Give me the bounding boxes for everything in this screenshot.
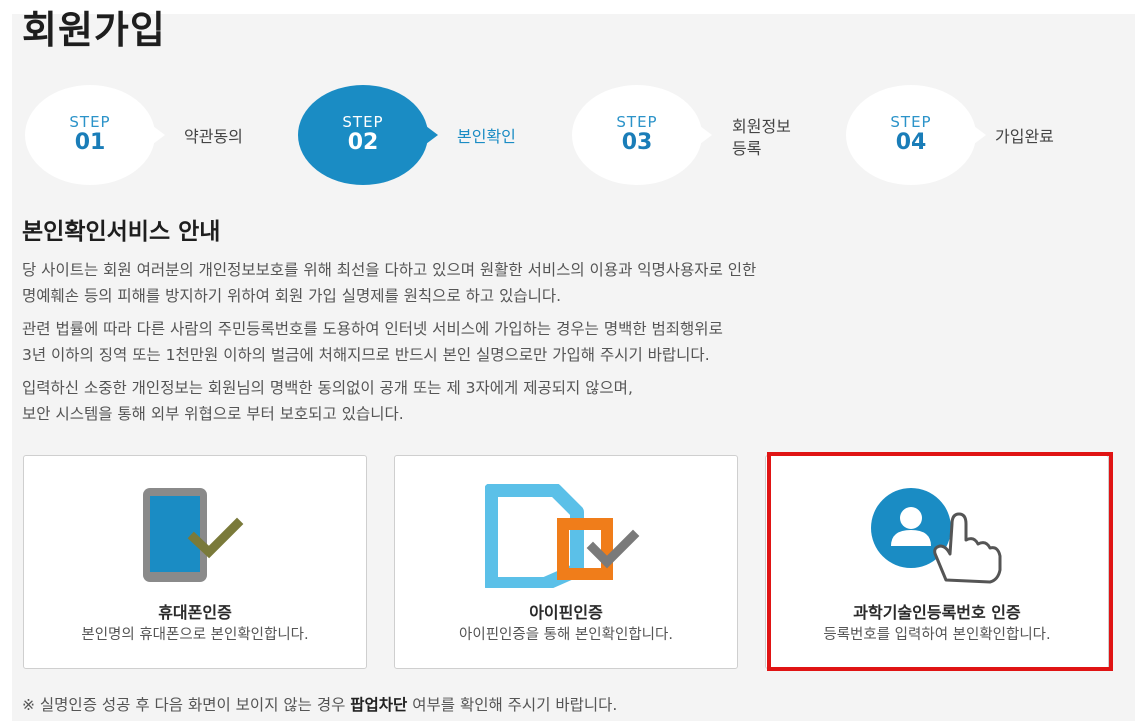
section-title: 본인확인서비스 안내	[22, 219, 221, 245]
notice-prefix: ※ 실명인증 성공 후 다음 화면이 보이지 않는 경우	[22, 696, 351, 714]
paragraph-line: 3년 이하의 징역 또는 1천만원 이하의 벌금에 처해지므로 반드시 본인 실…	[22, 346, 710, 364]
step-number: 01	[74, 130, 106, 155]
step-03-label-line1: 회원정보	[732, 117, 791, 136]
card-description: 아이핀인증을 통해 본인확인합니다.	[459, 627, 673, 643]
paragraph-line: 명예훼손 등의 피해를 방지하기 위하여 회원 가입 실명제를 원칙으로 하고 …	[22, 287, 562, 305]
paragraph-line: 보안 시스템을 통해 외부 위협으로 부터 보호되고 있습니다.	[22, 405, 404, 423]
step-03-circle: STEP 03	[572, 85, 712, 185]
step-word: STEP	[342, 113, 384, 131]
info-paragraph-2: 관련 법률에 따라 다른 사람의 주민등록번호를 도용하여 인터넷 서비스에 가…	[22, 316, 1112, 368]
popup-notice: ※ 실명인증 성공 후 다음 화면이 보이지 않는 경우 팝업차단 여부를 확인…	[22, 693, 617, 715]
paragraph-line: 입력하신 소중한 개인정보는 회원님의 명백한 동의없이 공개 또는 제 3자에…	[22, 379, 633, 397]
step-02-circle: STEP 02	[298, 85, 438, 185]
step-04-label: 가입완료	[995, 127, 1054, 146]
step-number: 03	[621, 130, 653, 155]
step-01-label: 약관동의	[184, 127, 243, 146]
step-03-label: 회원정보 등록	[732, 116, 791, 160]
step-03-label-line2: 등록	[732, 139, 762, 158]
step-word: STEP	[616, 113, 658, 131]
phone-check-icon	[143, 488, 244, 582]
notice-bold: 팝업차단	[350, 696, 408, 714]
ipin-auth-card[interactable]: 아이핀인증 아이핀인증을 통해 본인확인합니다.	[394, 455, 738, 669]
card-title: 휴대폰인증	[158, 603, 232, 622]
step-04-circle: STEP 04	[846, 85, 986, 185]
paragraph-line: 관련 법률에 따라 다른 사람의 주민등록번호를 도용하여 인터넷 서비스에 가…	[22, 320, 723, 338]
info-paragraph-1: 당 사이트는 회원 여러분의 개인정보보호를 위해 최선을 다하고 있으며 원활…	[22, 257, 1112, 309]
step-01-circle: STEP 01	[25, 85, 165, 185]
step-number: 04	[895, 130, 927, 155]
phone-auth-card[interactable]: 휴대폰인증 본인명의 휴대폰으로 본인확인합니다.	[23, 455, 367, 669]
card-description: 본인명의 휴대폰으로 본인확인합니다.	[81, 627, 309, 643]
card-title: 아이핀인증	[529, 603, 603, 622]
page-title: 회원가입	[22, 8, 166, 52]
notice-suffix: 여부를 확인해 주시기 바랍니다.	[407, 696, 618, 714]
paragraph-line: 당 사이트는 회원 여러분의 개인정보보호를 위해 최선을 다하고 있으며 원활…	[22, 261, 757, 279]
ipin-check-icon	[485, 484, 640, 588]
info-paragraph-3: 입력하신 소중한 개인정보는 회원님의 명백한 동의없이 공개 또는 제 3자에…	[22, 375, 1112, 427]
highlight-box	[767, 452, 1113, 671]
step-word: STEP	[890, 113, 932, 131]
step-word: STEP	[69, 113, 111, 131]
step-02-label: 본인확인	[457, 127, 516, 146]
step-number: 02	[347, 130, 379, 155]
